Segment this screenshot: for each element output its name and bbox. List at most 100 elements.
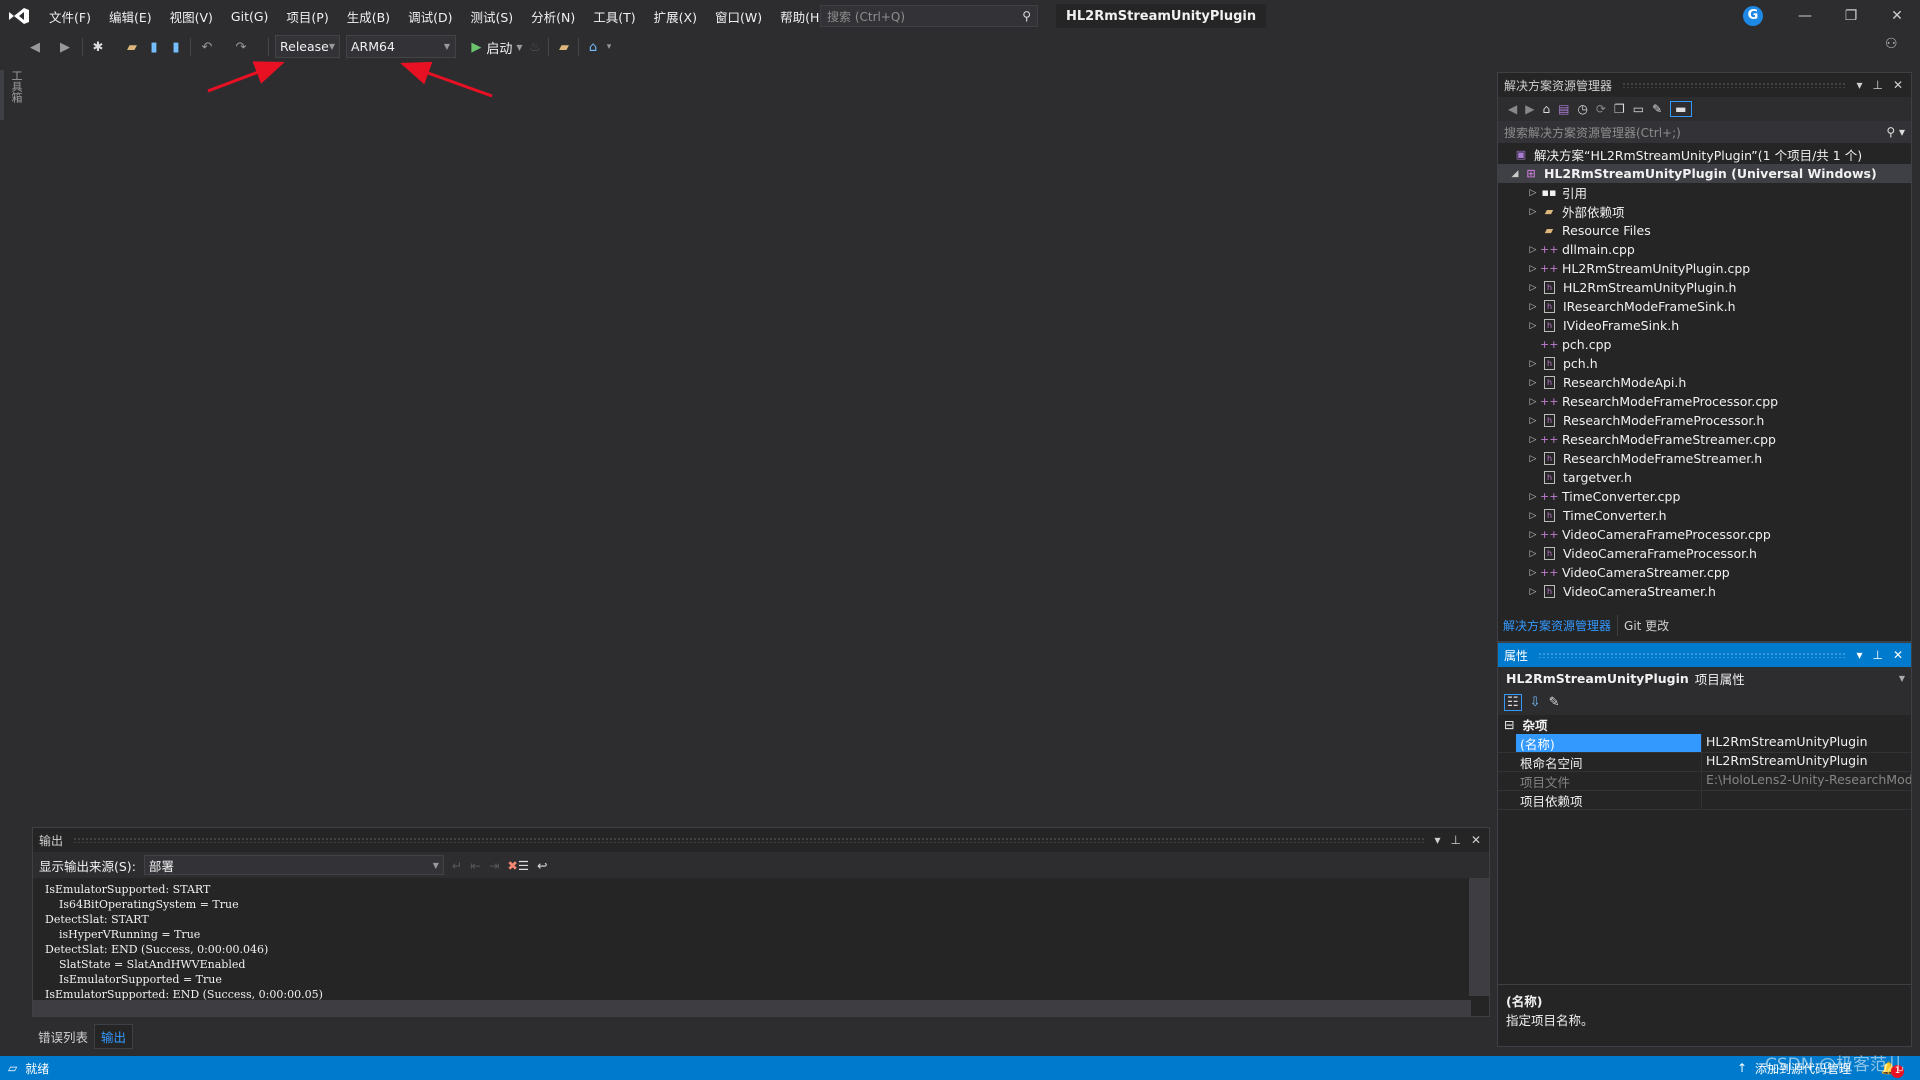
tree-item[interactable]: ▷ h ResearchModeFrameStreamer.h bbox=[1498, 449, 1911, 468]
tab-error-list[interactable]: 错误列表 bbox=[32, 1025, 94, 1048]
menu-analyze[interactable]: 分析(N) bbox=[522, 7, 584, 26]
expand-arrow-icon[interactable]: ▷ bbox=[1526, 397, 1540, 407]
alphabetical-icon[interactable]: ⇩ bbox=[1530, 695, 1541, 710]
menu-edit[interactable]: 编辑(E) bbox=[100, 7, 161, 26]
global-search-input[interactable]: 搜索 (Ctrl+Q) ⚲ bbox=[820, 5, 1038, 27]
word-wrap-icon[interactable]: ↩ bbox=[537, 858, 547, 873]
property-pages-icon[interactable]: ✎ bbox=[1549, 695, 1560, 710]
project-node[interactable]: ◢ ⊞ HL2RmStreamUnityPlugin (Universal Wi… bbox=[1498, 164, 1911, 183]
hot-reload-icon[interactable]: ♨ bbox=[528, 36, 542, 58]
solution-search-input[interactable]: 搜索解决方案资源管理器(Ctrl+;) ⚲ ▾ bbox=[1498, 121, 1911, 143]
tree-item[interactable]: ▷ ++ VideoCameraStreamer.cpp bbox=[1498, 563, 1911, 582]
expand-arrow-icon[interactable]: ▷ bbox=[1526, 587, 1540, 597]
menu-view[interactable]: 视图(V) bbox=[161, 7, 222, 26]
expand-arrow-icon[interactable]: ▷ bbox=[1526, 188, 1540, 198]
collapse-icon[interactable]: ⊟ bbox=[1504, 717, 1514, 732]
solution-platform-dropdown[interactable]: ARM64 ▼ bbox=[346, 35, 456, 58]
pending-changes-filter-icon[interactable]: ◷ bbox=[1577, 102, 1587, 116]
tree-item[interactable]: ▷ h VideoCameraFrameProcessor.h bbox=[1498, 544, 1911, 563]
toolbox-tab[interactable]: 工具箱 bbox=[0, 70, 24, 120]
tree-item[interactable]: ▷ h VideoCameraStreamer.h bbox=[1498, 582, 1911, 601]
forward-icon[interactable]: ▶ bbox=[1525, 102, 1534, 116]
expand-arrow-icon[interactable]: ▷ bbox=[1526, 245, 1540, 255]
pin-icon[interactable]: ⊥ bbox=[1872, 78, 1882, 92]
tree-item[interactable]: ▷ h IVideoFrameSink.h bbox=[1498, 316, 1911, 335]
expand-arrow-icon[interactable]: ▷ bbox=[1526, 207, 1540, 217]
expand-arrow-icon[interactable]: ▷ bbox=[1526, 568, 1540, 578]
expand-arrow-icon[interactable]: ▷ bbox=[1526, 378, 1540, 388]
object-selector[interactable]: HL2RmStreamUnityPlugin 项目属性 ▼ bbox=[1498, 667, 1911, 689]
property-row[interactable]: (名称) HL2RmStreamUnityPlugin bbox=[1498, 734, 1911, 753]
tree-item[interactable]: ▷ ++ VideoCameraFrameProcessor.cpp bbox=[1498, 525, 1911, 544]
tree-item[interactable]: ++ pch.cpp bbox=[1498, 335, 1911, 354]
clear-all-icon[interactable]: ✖☰ bbox=[507, 858, 529, 873]
property-value[interactable] bbox=[1701, 791, 1911, 809]
drag-handle[interactable] bbox=[1538, 652, 1847, 658]
browser-link-icon[interactable]: ⌂ bbox=[584, 36, 602, 58]
show-all-files-icon[interactable]: ▭ bbox=[1633, 102, 1644, 116]
switch-views-icon[interactable]: ▤ bbox=[1558, 102, 1569, 116]
toolbar-overflow-icon[interactable]: ▾ bbox=[604, 36, 614, 58]
property-value[interactable]: E:\HoloLens2-Unity-ResearchModeS bbox=[1701, 772, 1911, 790]
tree-item[interactable]: ▷ ++ ResearchModeFrameProcessor.cpp bbox=[1498, 392, 1911, 411]
expand-arrow-icon[interactable]: ▷ bbox=[1526, 492, 1540, 502]
tab-solution-explorer[interactable]: 解决方案资源管理器 bbox=[1497, 615, 1617, 636]
home-icon[interactable]: ⌂ bbox=[1542, 102, 1550, 116]
expand-arrow-icon[interactable]: ▷ bbox=[1526, 435, 1540, 445]
go-to-location-icon[interactable]: ↵ bbox=[452, 858, 462, 873]
close-icon[interactable]: ✕ bbox=[1893, 648, 1903, 662]
close-icon[interactable]: ✕ bbox=[1471, 833, 1481, 847]
expand-arrow-icon[interactable]: ▷ bbox=[1526, 321, 1540, 331]
tree-item[interactable]: ▷ h HL2RmStreamUnityPlugin.h bbox=[1498, 278, 1911, 297]
tree-item[interactable]: ▷ h ResearchModeFrameProcessor.h bbox=[1498, 411, 1911, 430]
restore-button[interactable]: ❐ bbox=[1828, 0, 1874, 32]
menu-debug[interactable]: 调试(D) bbox=[399, 7, 461, 26]
menu-file[interactable]: 文件(F) bbox=[40, 7, 100, 26]
collapse-all-icon[interactable]: ❐ bbox=[1614, 102, 1625, 116]
sync-icon[interactable]: ⟳ bbox=[1596, 102, 1606, 116]
tab-output[interactable]: 输出 bbox=[94, 1023, 134, 1049]
forward-icon[interactable]: ▶ bbox=[55, 36, 75, 58]
tree-item[interactable]: ▷ h IResearchModeFrameSink.h bbox=[1498, 297, 1911, 316]
tree-item[interactable]: ▷ ++ ResearchModeFrameStreamer.cpp bbox=[1498, 430, 1911, 449]
expand-arrow-icon[interactable]: ▷ bbox=[1526, 416, 1540, 426]
minimize-button[interactable]: — bbox=[1782, 0, 1828, 32]
menu-project[interactable]: 项目(P) bbox=[277, 7, 337, 26]
expand-arrow-icon[interactable]: ▷ bbox=[1526, 283, 1540, 293]
back-icon[interactable]: ◀ bbox=[1508, 102, 1517, 116]
output-vertical-scrollbar[interactable] bbox=[1469, 878, 1489, 996]
collapse-arrow-icon[interactable]: ◢ bbox=[1508, 169, 1522, 179]
tab-git-changes[interactable]: Git 更改 bbox=[1617, 614, 1675, 636]
categorized-icon[interactable]: ☷ bbox=[1504, 693, 1522, 711]
undo-icon[interactable]: ↶ bbox=[198, 36, 216, 58]
tree-item[interactable]: ▷ ▰ 外部依赖项 bbox=[1498, 202, 1911, 221]
menu-window[interactable]: 窗口(W) bbox=[706, 7, 771, 26]
property-value[interactable]: HL2RmStreamUnityPlugin bbox=[1701, 753, 1911, 771]
pin-icon[interactable]: ⊥ bbox=[1872, 648, 1882, 662]
solution-node[interactable]: ▣ 解决方案“HL2RmStreamUnityPlugin”(1 个项目/共 1… bbox=[1498, 145, 1911, 164]
dropdown-icon[interactable]: ▾ bbox=[1856, 648, 1862, 662]
account-avatar[interactable]: G bbox=[1743, 6, 1763, 26]
tree-item[interactable]: ▰ Resource Files bbox=[1498, 221, 1911, 240]
dropdown-icon[interactable]: ▾ bbox=[1434, 833, 1440, 847]
tree-item[interactable]: ▷ ▪▪ 引用 bbox=[1498, 183, 1911, 202]
find-in-files-icon[interactable]: ▰ bbox=[555, 36, 573, 58]
pin-icon[interactable]: ⊥ bbox=[1450, 833, 1460, 847]
output-horizontal-scrollbar[interactable] bbox=[33, 1000, 1471, 1016]
expand-arrow-icon[interactable]: ▷ bbox=[1526, 511, 1540, 521]
save-icon[interactable]: ▮ bbox=[145, 36, 163, 58]
tree-item[interactable]: ▷ h pch.h bbox=[1498, 354, 1911, 373]
property-row[interactable]: 项目文件 E:\HoloLens2-Unity-ResearchModeS bbox=[1498, 772, 1911, 791]
next-message-icon[interactable]: ⇥ bbox=[489, 858, 499, 873]
output-text[interactable]: IsEmulatorSupported: START Is64BitOperat… bbox=[33, 878, 1489, 1002]
tree-item[interactable]: ▷ h TimeConverter.h bbox=[1498, 506, 1911, 525]
start-debugging-button[interactable]: ▶ 启动 ▼ bbox=[465, 36, 529, 58]
new-project-icon[interactable]: ✱ bbox=[88, 36, 108, 58]
close-icon[interactable]: ✕ bbox=[1893, 78, 1903, 92]
expand-arrow-icon[interactable]: ▷ bbox=[1526, 530, 1540, 540]
tree-item[interactable]: h targetver.h bbox=[1498, 468, 1911, 487]
open-folder-icon[interactable]: ▰ bbox=[122, 36, 142, 58]
tree-item[interactable]: ▷ ++ TimeConverter.cpp bbox=[1498, 487, 1911, 506]
menu-test[interactable]: 测试(S) bbox=[461, 7, 522, 26]
property-row[interactable]: 项目依赖项 bbox=[1498, 791, 1911, 810]
